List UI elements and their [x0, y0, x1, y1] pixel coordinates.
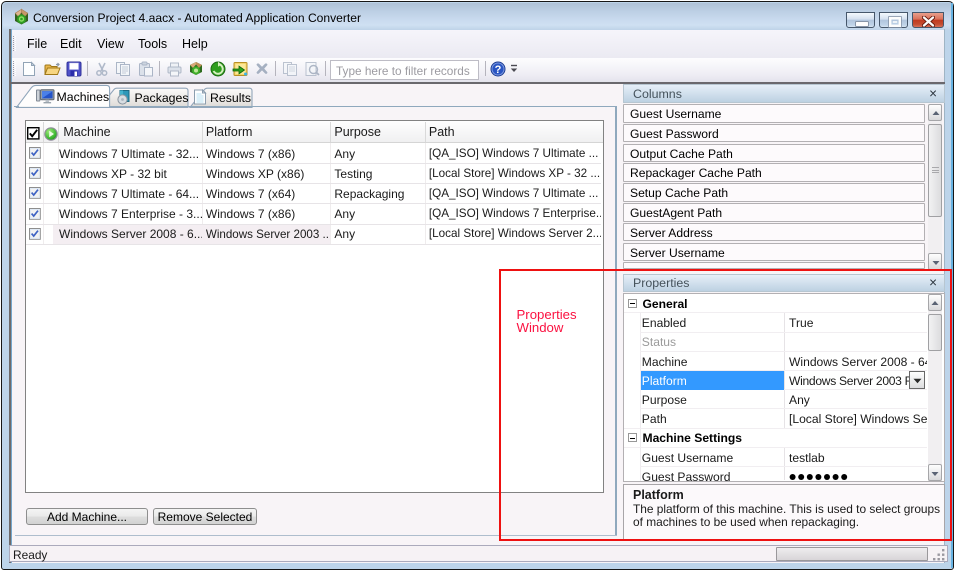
svg-text:?: ? [494, 64, 501, 76]
